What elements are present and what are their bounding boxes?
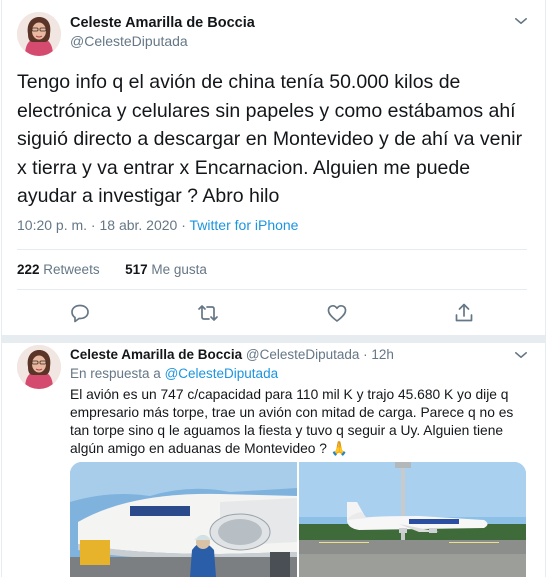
- retweet-stat[interactable]: 222 Retweets: [17, 262, 100, 277]
- like-icon[interactable]: [325, 301, 349, 325]
- retweet-icon[interactable]: [196, 301, 220, 325]
- media-photo-cargo-plane[interactable]: [299, 462, 526, 577]
- author-handle[interactable]: @CelesteDiputada: [70, 33, 188, 49]
- author-name[interactable]: Celeste Amarilla de Boccia: [70, 15, 255, 31]
- like-count: 517: [125, 262, 148, 277]
- author-name[interactable]: Celeste Amarilla de Boccia: [70, 347, 242, 362]
- tweet-text: Tengo info q el avión de china tenía 50.…: [17, 71, 523, 207]
- chevron-down-icon[interactable]: [512, 12, 530, 30]
- reply-text: El avión es un 747 c/capacidad para 110 …: [70, 387, 514, 456]
- source-link[interactable]: Twitter for iPhone: [190, 217, 299, 233]
- reply-header: Celeste Amarilla de Boccia @CelesteDiput…: [70, 347, 394, 362]
- reply-icon[interactable]: [68, 301, 92, 325]
- in-reply-link[interactable]: @CelesteDiputada: [165, 366, 279, 381]
- timestamp[interactable]: · 12h: [363, 347, 394, 362]
- like-stat[interactable]: 517 Me gusta: [125, 262, 207, 277]
- retweet-count: 222: [17, 262, 40, 277]
- media-photo-cargo-unloading[interactable]: [70, 462, 297, 577]
- tweet-meta: 10:20 p. m. · 18 abr. 2020 · Twitter for…: [17, 217, 298, 233]
- in-reply-to: En respuesta a @CelesteDiputada: [70, 366, 278, 381]
- author-handle[interactable]: @CelesteDiputada: [246, 347, 360, 362]
- in-reply-label: En respuesta a: [70, 366, 165, 381]
- share-icon[interactable]: [452, 301, 476, 325]
- retweet-label: Retweets: [43, 262, 100, 277]
- divider: [17, 249, 527, 250]
- thread-separator: [1, 335, 546, 343]
- divider: [17, 289, 527, 290]
- chevron-down-icon[interactable]: [512, 346, 530, 364]
- timestamp[interactable]: 10:20 p. m. · 18 abr. 2020 ·: [17, 217, 190, 233]
- avatar[interactable]: [17, 345, 61, 389]
- action-bar: [0, 301, 547, 327]
- like-label: Me gusta: [151, 262, 207, 277]
- engagement-stats: 222 Retweets 517 Me gusta: [17, 262, 207, 277]
- avatar[interactable]: [17, 12, 61, 56]
